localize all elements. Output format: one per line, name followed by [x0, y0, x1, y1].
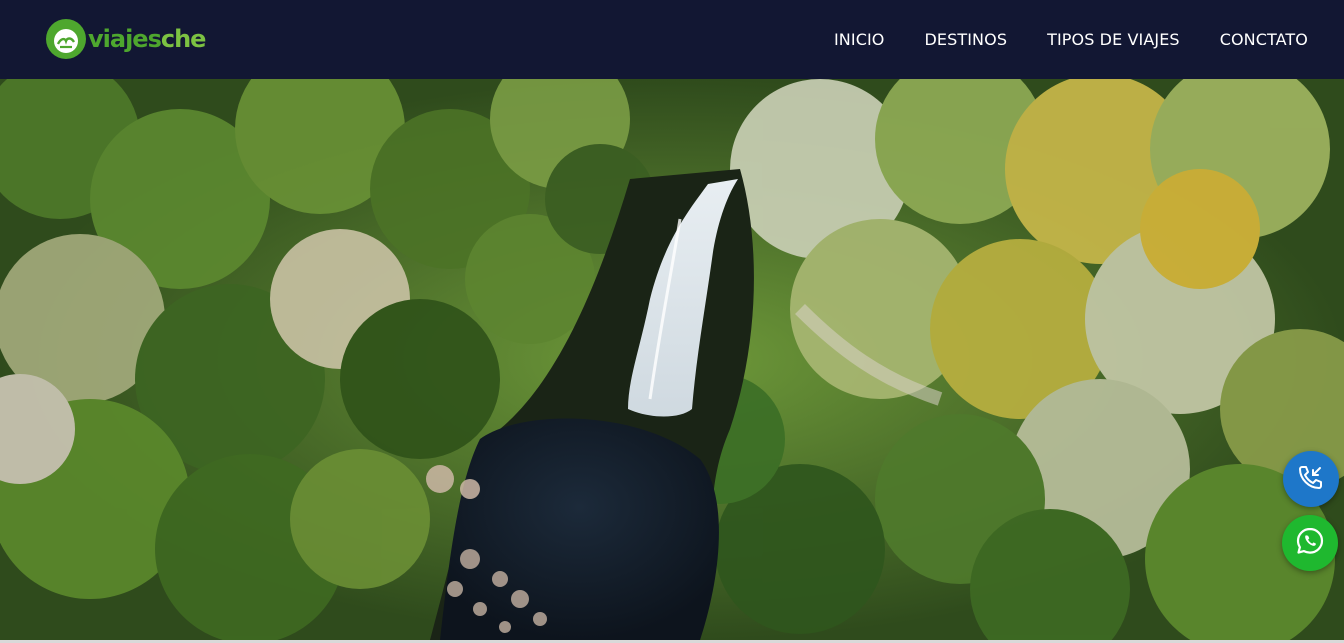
- site-header: viajesche INICIO DESTINOS TIPOS DE VIAJE…: [0, 0, 1344, 79]
- nav-item-tipos-de-viajes[interactable]: TIPOS DE VIAJES: [1047, 30, 1180, 49]
- nav-item-inicio[interactable]: INICIO: [834, 30, 885, 49]
- whatsapp-icon: [1294, 525, 1326, 562]
- hero-image: [0, 79, 1344, 640]
- waterfall-forest-scene: [0, 79, 1344, 640]
- logo-icon: [46, 19, 86, 59]
- phone-call-icon: [1296, 462, 1326, 497]
- brand-name: viajesche: [88, 25, 206, 53]
- page: viajesche INICIO DESTINOS TIPOS DE VIAJE…: [0, 0, 1344, 643]
- brand-logo[interactable]: viajesche: [46, 18, 206, 60]
- nav-item-destinos[interactable]: DESTINOS: [924, 30, 1007, 49]
- nav-item-contacto[interactable]: CONCTATO: [1220, 30, 1308, 49]
- whatsapp-button[interactable]: [1282, 515, 1338, 571]
- call-button[interactable]: [1283, 451, 1339, 507]
- main-nav: INICIO DESTINOS TIPOS DE VIAJES CONCTATO: [834, 0, 1308, 79]
